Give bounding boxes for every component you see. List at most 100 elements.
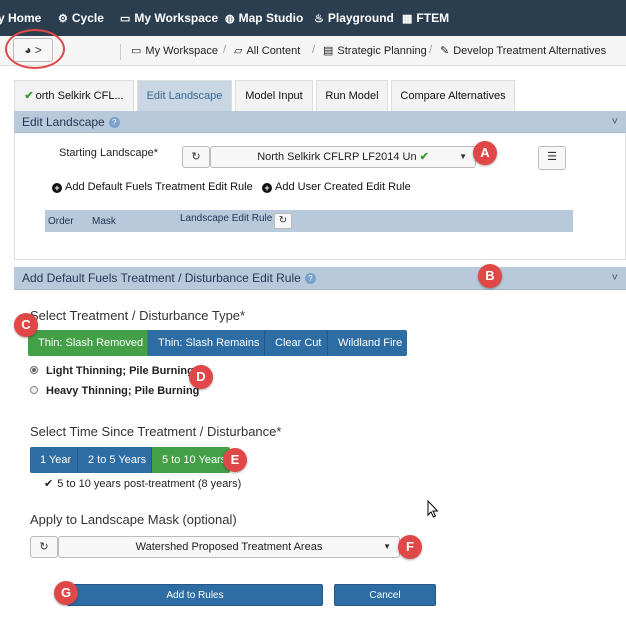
cycle-icon: ⚙ (58, 13, 68, 25)
time-5-to-10-years[interactable]: 5 to 10 Years (152, 447, 230, 473)
calculator-icon: ▦ (402, 13, 413, 25)
nav-playground[interactable]: ♨ Playground (314, 0, 394, 36)
rules-table-header: Order Mask Landscape Edit Rule ↻ (45, 210, 573, 232)
starting-landscape-select[interactable]: North Selkirk CFLRP LF2014 Un ✔ ▼ (210, 146, 476, 168)
nav-my-workspace[interactable]: ▭ My Workspace (120, 0, 218, 36)
default-rule-header[interactable]: Add Default Fuels Treatment / Disturbanc… (14, 267, 626, 290)
panel-title: Add Default Fuels Treatment / Disturbanc… (22, 271, 301, 285)
breadcrumb-separator: / (429, 44, 433, 56)
marker-c: C (14, 313, 38, 337)
check-icon: ✔ (24, 90, 34, 102)
chevron-down-icon[interactable]: ˅ (612, 267, 618, 290)
nav-ftem[interactable]: ▦ FTEM (402, 0, 449, 36)
add-default-rule-link[interactable]: + Add Default Fuels Treatment Edit Rule (52, 181, 253, 193)
add-user-rule-link[interactable]: + Add User Created Edit Rule (262, 181, 411, 193)
type-thin-slash-remains[interactable]: Thin: Slash Remains (148, 330, 265, 356)
link-label: Add Default Fuels Treatment Edit Rule (65, 181, 253, 193)
folder-icon: ▭ (131, 45, 142, 57)
add-to-rules-button[interactable]: Add to Rules (67, 584, 323, 606)
tab-edit-landscape[interactable]: Edit Landscape (137, 80, 232, 111)
treatment-type-title: Select Treatment / Disturbance Type* (30, 308, 246, 323)
tab-label: orth Selkirk CFL... (35, 90, 124, 102)
time-since-group: 1 Year 2 to 5 Years 5 to 10 Years (30, 447, 230, 473)
radio-unselected[interactable] (30, 386, 38, 394)
panel-title: Edit Landscape (22, 115, 105, 129)
nav-my-workspace-label: My Workspace (134, 11, 219, 25)
refresh-icon: ↻ (191, 151, 201, 163)
type-wildland-fire[interactable]: Wildland Fire (328, 330, 407, 356)
landscape-mask-select[interactable]: Watershed Proposed Treatment Areas ▼ (58, 536, 400, 558)
tab-model-input[interactable]: Model Input (235, 80, 313, 111)
cancel-button[interactable]: Cancel (334, 584, 436, 606)
plus-circle-icon: + (262, 183, 272, 193)
list-icon: ☰ (547, 151, 557, 163)
mask-title: Apply to Landscape Mask (optional) (30, 512, 237, 527)
marker-f: F (398, 535, 422, 559)
marker-b: B (478, 264, 502, 288)
flame-icon: ♨ (314, 13, 324, 25)
help-icon[interactable]: ? (108, 117, 120, 129)
book-icon: ▤ (323, 45, 334, 57)
starting-landscape-label: Starting Landscape* (59, 147, 159, 159)
list-view-button[interactable]: ☰ (538, 146, 566, 170)
nav-map-studio-label: Map Studio (238, 11, 304, 25)
check-circle-icon: ✔ (44, 478, 54, 490)
breadcrumb-separator: / (312, 44, 316, 56)
tab-project[interactable]: ✔ orth Selkirk CFL... (14, 80, 134, 111)
select-value: North Selkirk CFLRP LF2014 Un (257, 151, 417, 163)
refresh-mask-button[interactable]: ↻ (30, 536, 58, 558)
plus-circle-icon: + (52, 183, 62, 193)
breadcrumb-separator: / (223, 44, 227, 56)
option-label: Light Thinning; Pile Burning (46, 365, 194, 377)
edit-landscape-header[interactable]: Edit Landscape? ˅ (14, 111, 626, 133)
tab-compare-alternatives[interactable]: Compare Alternatives (391, 80, 515, 111)
nav-cycle[interactable]: ⚙ Cycle (58, 0, 104, 36)
breadcrumb-all-content[interactable]: ▱ All Content (234, 44, 300, 57)
mouse-cursor-icon (427, 500, 439, 518)
breadcrumb-my-workspace[interactable]: ▭ My Workspace (131, 44, 218, 57)
type-clear-cut[interactable]: Clear Cut (265, 330, 328, 356)
folder-open-icon: ▱ (234, 45, 243, 57)
column-order: Order (48, 216, 74, 227)
tab-label: Compare Alternatives (400, 90, 506, 102)
breadcrumb-label: Develop Treatment Alternatives (453, 45, 607, 57)
nav-map-studio[interactable]: ◍ Map Studio (225, 0, 303, 36)
link-label: Add User Created Edit Rule (275, 181, 411, 193)
caret-down-icon: ▼ (383, 542, 391, 551)
tab-label: Run Model (325, 90, 379, 102)
option-heavy-thinning[interactable]: Heavy Thinning; Pile Burning (30, 385, 199, 397)
breadcrumb-divider (120, 44, 121, 60)
treatment-type-group: Thin: Slash Removed Thin: Slash Remains … (28, 330, 407, 356)
tab-label: Model Input (245, 90, 303, 102)
breadcrumb-develop-treatment[interactable]: ✎ Develop Treatment Alternatives (440, 44, 606, 57)
time-since-title: Select Time Since Treatment / Disturbanc… (30, 424, 282, 439)
marker-g: G (54, 581, 78, 605)
select-value: Watershed Proposed Treatment Areas (135, 541, 323, 553)
nav-cycle-label: Cycle (71, 11, 104, 25)
tab-run-model[interactable]: Run Model (316, 80, 388, 111)
refresh-landscape-button[interactable]: ↻ (182, 146, 210, 168)
refresh-rules-button[interactable]: ↻ (274, 213, 292, 229)
option-label: Heavy Thinning; Pile Burning (46, 385, 200, 397)
marker-e: E (223, 448, 247, 472)
nav-toggle-button[interactable]: ◕ > (13, 38, 53, 62)
top-navbar: y Home ⚙ Cycle ▭ My Workspace ◍ Map Studio … (0, 0, 626, 36)
breadcrumb-strategic-planning[interactable]: ▤ Strategic Planning (323, 44, 427, 57)
nav-ftem-label: FTEM (416, 11, 450, 25)
breadcrumb-label: Strategic Planning (337, 45, 427, 57)
nav-home-label: y Home (0, 11, 42, 25)
time-1-year[interactable]: 1 Year (30, 447, 78, 473)
type-thin-slash-removed[interactable]: Thin: Slash Removed (28, 330, 148, 356)
radio-selected[interactable] (30, 366, 38, 374)
option-light-thinning[interactable]: Light Thinning; Pile Burning (30, 365, 194, 377)
workspace-icon: ▭ (120, 13, 131, 25)
pencil-icon: ✎ (440, 45, 450, 57)
caret-down-icon: ▼ (459, 152, 467, 161)
time-2-to-5-years[interactable]: 2 to 5 Years (78, 447, 152, 473)
nav-home[interactable]: y Home (0, 0, 41, 36)
chevron-down-icon[interactable]: ˅ (612, 111, 618, 133)
globe-icon: ◍ (225, 13, 235, 25)
marker-a: A (473, 141, 497, 165)
help-icon[interactable]: ? (304, 273, 316, 285)
time-since-note: ✔ 5 to 10 years post-treatment (8 years) (44, 477, 241, 490)
